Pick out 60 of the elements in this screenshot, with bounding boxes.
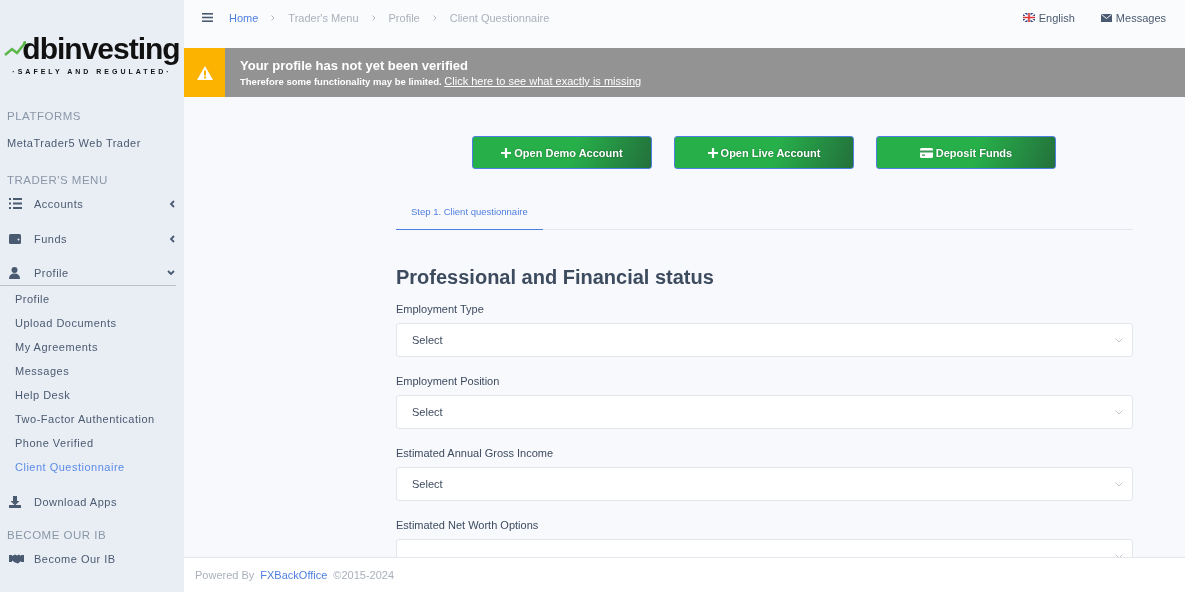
list-icon bbox=[9, 198, 22, 209]
card-icon bbox=[919, 147, 933, 158]
breadcrumb-item: Profile bbox=[388, 11, 420, 24]
language-selector[interactable]: English bbox=[1022, 11, 1075, 24]
field-label: Employment Position bbox=[396, 375, 501, 387]
footer-text: Powered By bbox=[195, 569, 255, 581]
wallet-icon bbox=[9, 233, 21, 244]
copyright-text: ©2015-2024 bbox=[333, 569, 395, 581]
footer-link[interactable]: FXBackOffice bbox=[260, 569, 328, 581]
flag-icon bbox=[1022, 13, 1035, 22]
sidebar-item[interactable]: Funds bbox=[0, 221, 184, 256]
sidebar-subitem[interactable]: Messages bbox=[0, 359, 184, 383]
field-label: Estimated Net Worth Options bbox=[396, 519, 540, 531]
chevron-right-icon bbox=[371, 15, 376, 21]
section-heading: BECOME OUR IB bbox=[6, 529, 108, 541]
warning-icon bbox=[196, 65, 213, 80]
chevron-down-icon bbox=[1115, 481, 1123, 487]
breadcrumb-item[interactable]: Home bbox=[229, 11, 259, 24]
chevron-right-icon bbox=[432, 15, 437, 21]
banner-title: Your profile has not yet been verified bbox=[240, 58, 470, 73]
select-field[interactable]: Select bbox=[396, 395, 1133, 429]
field-label: Employment Type bbox=[396, 303, 485, 315]
sidebar-subitem[interactable]: My Agreements bbox=[0, 335, 184, 359]
step-tab[interactable]: Step 1. Client questionnaire bbox=[396, 199, 543, 230]
sidebar-subitem[interactable]: Profile bbox=[0, 287, 184, 311]
logo-text: dbinvesting bbox=[22, 33, 180, 64]
sidebar-item[interactable]: MetaTrader5 Web Trader bbox=[0, 130, 184, 156]
sidebar-item[interactable]: Accounts bbox=[0, 186, 184, 221]
menu-icon[interactable] bbox=[202, 13, 213, 22]
chevron-down-icon bbox=[1115, 553, 1123, 557]
field-label: Estimated Annual Gross Income bbox=[396, 447, 555, 459]
section-heading: TRADER'S MENU bbox=[6, 174, 109, 186]
chevron-right-icon bbox=[271, 15, 276, 21]
breadcrumb-item: Trader's Menu bbox=[288, 11, 359, 24]
select-field[interactable]: Select bbox=[396, 323, 1133, 357]
chevron-left-icon bbox=[169, 234, 175, 243]
plus-icon bbox=[501, 147, 512, 158]
sidebar-item[interactable]: Become Our IB bbox=[0, 541, 184, 576]
sidebar-subitem[interactable]: Help Desk bbox=[0, 383, 184, 407]
chevron-down-icon bbox=[167, 269, 175, 276]
section-title: Professional and Financial status bbox=[396, 266, 715, 289]
messages-link[interactable]: Messages bbox=[1100, 11, 1166, 24]
sidebar-subitem[interactable]: Upload Documents bbox=[0, 311, 184, 335]
chevron-down-icon bbox=[1115, 409, 1123, 415]
banner-message: Therefore some functionality may be limited. bbox=[240, 76, 442, 87]
envelope-icon bbox=[1100, 13, 1112, 22]
action-button[interactable]: Deposit Funds bbox=[876, 136, 1056, 169]
download-icon bbox=[9, 495, 21, 508]
breadcrumb-item: Client Questionnaire bbox=[449, 11, 550, 24]
select-field[interactable]: Select bbox=[396, 467, 1133, 501]
sidebar-item[interactable]: Download Apps bbox=[0, 484, 184, 519]
chevron-down-icon bbox=[1115, 337, 1123, 343]
sidebar-subitem[interactable]: Phone Verified bbox=[0, 431, 184, 455]
section-heading: PLATFORMS bbox=[6, 110, 82, 122]
chevron-left-icon bbox=[169, 199, 175, 208]
sidebar-subitem[interactable]: Two-Factor Authentication bbox=[0, 407, 184, 431]
user-icon bbox=[9, 266, 20, 279]
sidebar-item[interactable]: Profile bbox=[0, 256, 176, 286]
plus-icon bbox=[707, 147, 718, 158]
handshake-icon bbox=[9, 553, 24, 564]
